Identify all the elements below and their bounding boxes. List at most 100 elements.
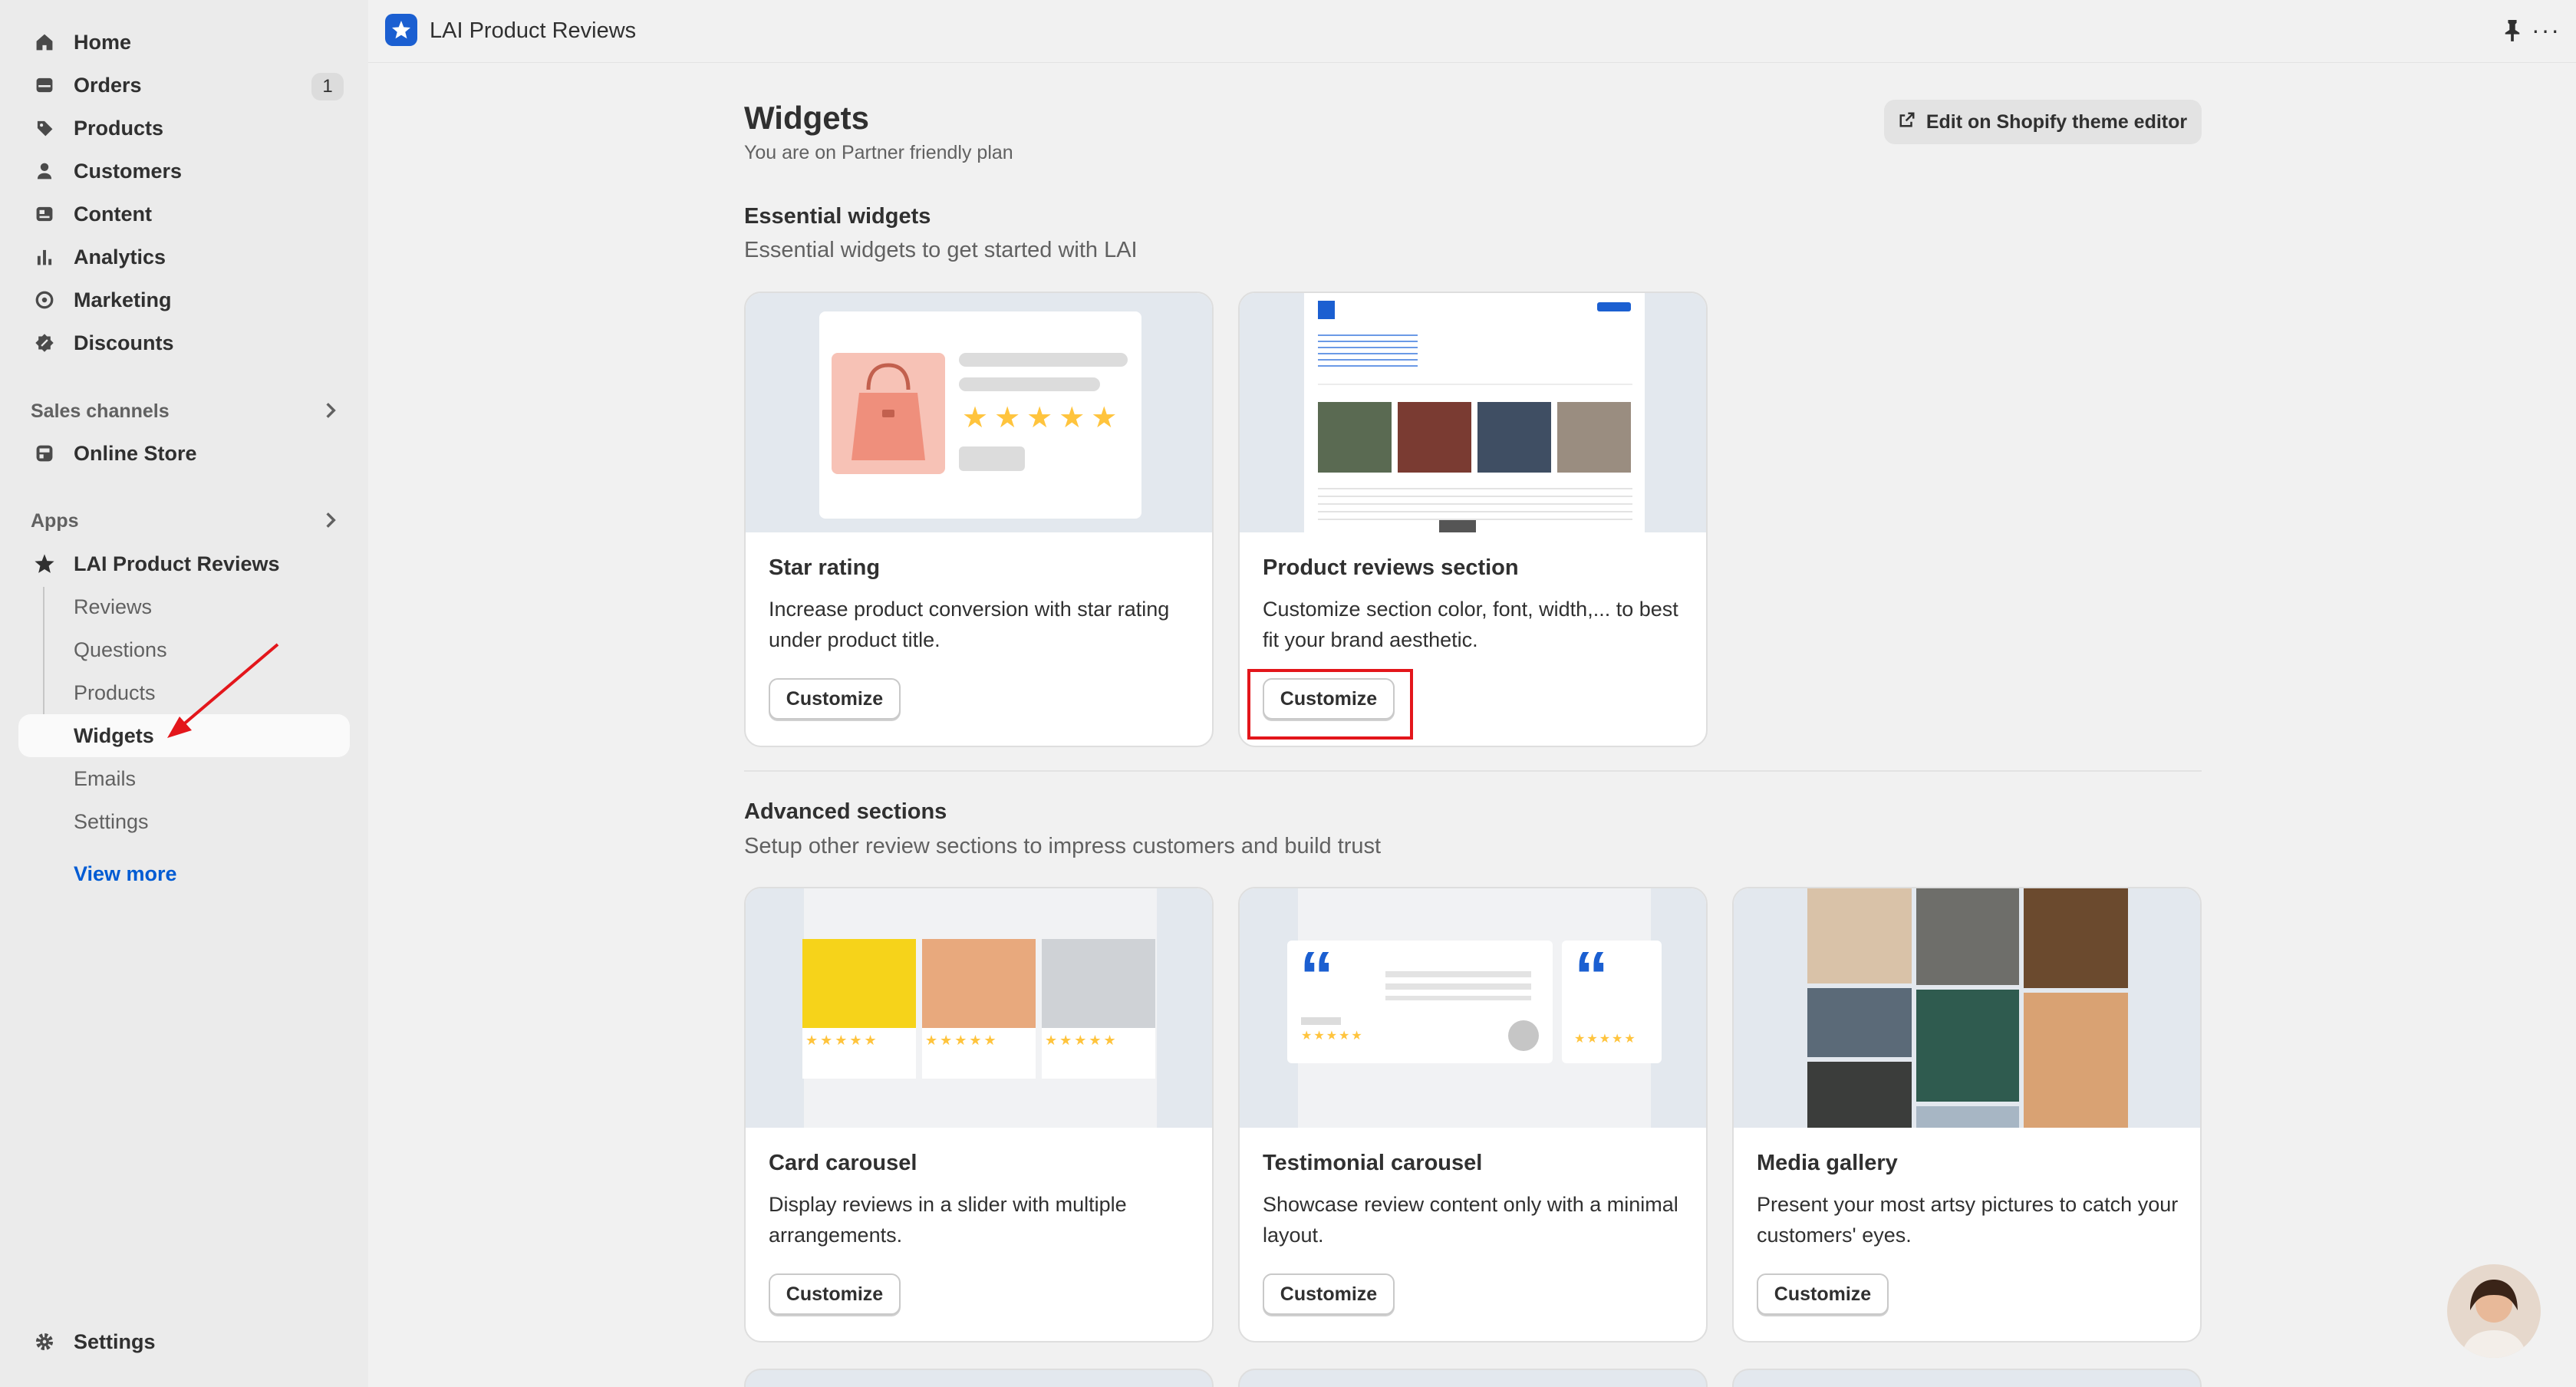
- customize-button[interactable]: Customize: [769, 678, 901, 720]
- sidebar-subitem-label: Widgets: [74, 723, 154, 747]
- sidebar-item-online-store[interactable]: Online Store: [18, 432, 350, 475]
- gallery-photo: [1807, 1062, 1912, 1128]
- sidebar-item-home[interactable]: Home: [18, 21, 350, 64]
- rating-stars: ★★★★★: [1301, 1030, 1364, 1043]
- cart-button-placeholder: [959, 446, 1025, 471]
- view-more-link[interactable]: View more: [74, 862, 177, 886]
- sidebar-item-label: Discounts: [74, 331, 174, 354]
- highlight-box: [1247, 669, 1413, 740]
- card-title: Testimonial carousel: [1263, 1151, 1483, 1175]
- card-title: Media gallery: [1757, 1151, 1898, 1175]
- preview-review-text: [1385, 965, 1531, 1000]
- preview-page: [1304, 293, 1645, 532]
- sidebar-item-label: LAI Product Reviews: [74, 552, 280, 575]
- store-icon: [33, 442, 56, 465]
- product-card: ★★★★★: [1042, 939, 1155, 1079]
- testimonial-card: “ ★★★★★: [1287, 941, 1553, 1063]
- sidebar-subitem-emails[interactable]: Emails: [18, 757, 350, 800]
- rating-stars: ★★★★★: [805, 1033, 879, 1048]
- sidebar-subitem-reviews[interactable]: Reviews: [18, 585, 350, 628]
- customize-button[interactable]: Customize: [1263, 1273, 1395, 1315]
- text-placeholder: [1301, 1017, 1341, 1025]
- widget-card-media-gallery: Media gallery Present your most artsy pi…: [1732, 887, 2202, 1343]
- advanced-sections-subtitle: Setup other review sections to impress c…: [744, 834, 1382, 858]
- card-title: Product reviews section: [1263, 555, 1519, 580]
- person-icon: [33, 160, 56, 183]
- pin-icon[interactable]: [2502, 18, 2522, 45]
- gallery-photo: [1807, 888, 1912, 983]
- preview-divider: [1318, 384, 1632, 385]
- card-description: Showcase review content only with a mini…: [1263, 1193, 1678, 1247]
- content-icon: [33, 203, 56, 226]
- sidebar-item-marketing[interactable]: Marketing: [18, 278, 350, 321]
- cap-photo: [1042, 939, 1155, 1028]
- preview-review-text: [1318, 482, 1632, 520]
- sidebar-item-orders[interactable]: Orders 1: [18, 64, 350, 107]
- card-description: Present your most artsy pictures to catc…: [1757, 1193, 2179, 1247]
- widget-card-card-carousel: ★★★★★ ★★★★★ ★★★★★ Card carousel Display …: [744, 887, 1214, 1343]
- popsicle-photo: [922, 939, 1036, 1028]
- edit-theme-editor-button[interactable]: Edit on Shopify theme editor: [1884, 100, 2202, 144]
- target-icon: [33, 288, 56, 311]
- support-chat-avatar[interactable]: [2447, 1264, 2541, 1358]
- orders-count-badge: 1: [311, 73, 344, 100]
- rating-stars: ★★★★★: [1045, 1033, 1118, 1048]
- sidebar-item-label: Orders: [74, 73, 142, 97]
- app-header: LAI Product Reviews ···: [368, 0, 2576, 63]
- gallery-photo: [1916, 888, 2019, 985]
- rating-stars: ★★★★★: [925, 1033, 999, 1048]
- product-card: ★★★★★: [922, 939, 1036, 1079]
- sidebar-item-label: Online Store: [74, 441, 197, 465]
- plan-subtitle: You are on Partner friendly plan: [744, 142, 1013, 163]
- preview-logo: [1318, 301, 1335, 319]
- card-title: Card carousel: [769, 1151, 917, 1175]
- gallery-photo: [1916, 1106, 2019, 1128]
- card-description: Customize section color, font, width,...…: [1263, 598, 1678, 651]
- review-photo: [1318, 402, 1392, 473]
- lai-app-icon: [33, 552, 56, 575]
- review-photo: [1398, 402, 1471, 473]
- more-horizontal-icon[interactable]: ···: [2532, 18, 2561, 42]
- cap-photo: [802, 939, 916, 1028]
- gear-icon: [33, 1330, 56, 1353]
- gallery-photo: [1807, 988, 1912, 1057]
- sidebar-item-content[interactable]: Content: [18, 193, 350, 236]
- annotation-arrow: [167, 643, 279, 738]
- app-title: LAI Product Reviews: [430, 18, 637, 43]
- star-rating-thumbnail: ★★★★★: [746, 293, 1212, 532]
- sidebar-subitem-settings[interactable]: Settings: [18, 800, 350, 843]
- sidebar-subitem-label: Reviews: [74, 595, 153, 618]
- text-placeholder: [959, 377, 1100, 391]
- sales-channels-heading[interactable]: Sales channels: [31, 400, 170, 423]
- sidebar-item-lai-product-reviews[interactable]: LAI Product Reviews: [18, 542, 350, 585]
- sidebar-subitem-label: Products: [74, 680, 156, 704]
- gallery-photo: [2024, 888, 2128, 988]
- sidebar-item-products[interactable]: Products: [18, 107, 350, 150]
- sidebar-item-settings[interactable]: Settings: [18, 1320, 350, 1363]
- card-carousel-thumbnail: ★★★★★ ★★★★★ ★★★★★: [746, 888, 1212, 1128]
- rating-stars: ★★★★★: [962, 402, 1124, 434]
- sidebar-item-label: Products: [74, 116, 164, 140]
- sidebar-item-discounts[interactable]: Discounts: [18, 321, 350, 364]
- customize-button[interactable]: Customize: [1757, 1273, 1889, 1315]
- testimonial-card: “ ★★★★★: [1562, 941, 1662, 1063]
- sidebar-item-label: Settings: [74, 1329, 156, 1353]
- sidebar-subitem-label: Emails: [74, 766, 137, 790]
- lai-app-icon: [385, 14, 417, 46]
- chevron-right-icon[interactable]: [322, 400, 339, 424]
- quote-icon: “: [1300, 938, 1334, 1015]
- card-title: Star rating: [769, 555, 881, 580]
- sidebar-item-analytics[interactable]: Analytics: [18, 236, 350, 278]
- bar-chart-icon: [33, 245, 56, 269]
- edit-theme-editor-label: Edit on Shopify theme editor: [1925, 110, 2188, 133]
- widget-card-testimonial-carousel: “ ★★★★★ “ ★★★★★ Testimonial carousel Sho…: [1238, 887, 1708, 1343]
- avatar-placeholder: [1508, 1020, 1539, 1051]
- sidebar-subitem-label: Settings: [74, 809, 149, 833]
- widget-card-partial: [1238, 1369, 1708, 1387]
- apps-heading[interactable]: Apps: [31, 510, 79, 532]
- essential-widgets-subtitle: Essential widgets to get started with LA…: [744, 238, 1138, 262]
- sidebar-item-customers[interactable]: Customers: [18, 150, 350, 193]
- chevron-right-icon[interactable]: [322, 510, 339, 534]
- review-photo: [1477, 402, 1551, 473]
- customize-button[interactable]: Customize: [769, 1273, 901, 1315]
